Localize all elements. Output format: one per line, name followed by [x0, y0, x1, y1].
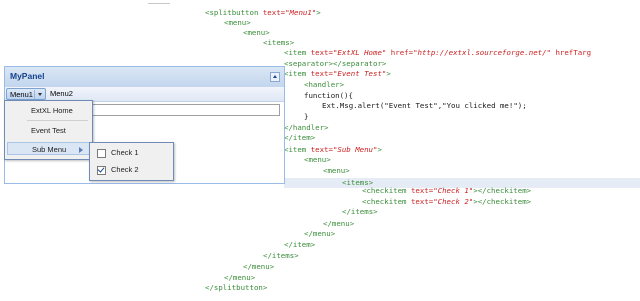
code-line: </handler> [284, 123, 329, 133]
code-line: </menu> [323, 219, 354, 229]
code-token: <item [284, 69, 311, 78]
code-token: > [316, 8, 321, 17]
code-token: <item [284, 145, 311, 154]
code-line: <menu> [323, 166, 350, 176]
code-line: } [304, 112, 308, 122]
code-token: </menu> [304, 229, 336, 238]
code-line: </item> [284, 133, 315, 143]
code-token: } [304, 112, 309, 121]
check-item-2[interactable]: Check 2 [92, 163, 171, 176]
code-token: </item> [284, 240, 316, 249]
menu-item-sub-menu[interactable]: Sub Menu [7, 142, 90, 155]
code-line: </items> [263, 251, 299, 261]
menu2-button[interactable]: Menu2 [47, 88, 81, 100]
code-token: </menu> [323, 219, 355, 228]
code-token: </items> [342, 207, 378, 216]
code-token: <menu> [304, 155, 331, 164]
checkbox-icon[interactable] [97, 149, 106, 158]
checkbox-checked-icon[interactable] [97, 166, 106, 175]
code-token: <separator></separator> [284, 59, 387, 68]
code-token: text= [410, 197, 434, 206]
check-item-label: Check 2 [111, 165, 139, 174]
menu-item-label: Event Test [31, 126, 66, 135]
code-token: <splitbutton [205, 8, 263, 17]
code-line: <menu> [224, 18, 251, 28]
code-token: "Event Test" [332, 69, 387, 78]
code-token: <checkitem [362, 197, 411, 206]
code-line: <items> [263, 38, 294, 48]
menu-item-label: Sub Menu [32, 145, 67, 154]
code-line: </item> [284, 240, 315, 250]
chevron-down-icon[interactable] [38, 93, 42, 96]
code-token: "Check 2" [433, 197, 474, 206]
code-token: function(){ [304, 91, 353, 100]
code-token: <item [284, 48, 311, 57]
code-token: <menu> [224, 18, 251, 27]
code-line: </menu> [243, 262, 274, 272]
code-line: <item text="ExtXL Home" href="http://ext… [284, 48, 591, 58]
check-item-label: Check 1 [111, 148, 139, 157]
panel-title: MyPanel [10, 71, 45, 81]
code-token: </menu> [224, 273, 256, 282]
code-token: href= [386, 48, 414, 57]
code-line: </splitbutton> [205, 283, 267, 293]
code-token: "http://extxl.sourceforge.net/" [413, 48, 551, 57]
code-token: > [377, 145, 382, 154]
menu1-label: Menu1 [10, 90, 33, 99]
menu-separator [27, 120, 88, 121]
code-line: <handler> [304, 80, 344, 90]
code-token: "ExtXL Home" [332, 48, 387, 57]
code-token: text= [310, 69, 333, 78]
code-token: text= [262, 8, 286, 17]
panel-header: MyPanel [5, 67, 284, 88]
menu-item-event-test[interactable]: Event Test [7, 124, 90, 137]
code-token: ></checkitem> [473, 197, 532, 206]
code-line: </menu> [304, 229, 335, 239]
menu-item-label: ExtXL Home [31, 106, 73, 115]
code-line: </menu> [224, 273, 255, 283]
chevron-right-icon [79, 147, 83, 153]
code-token: Ext.Msg.alert("Event Test","You clicked … [322, 101, 527, 110]
code-token: </splitbutton> [205, 283, 268, 292]
menu-item-extxl-home[interactable]: ExtXL Home [7, 104, 90, 117]
code-token: <menu> [243, 28, 270, 37]
code-line: <item text="Event Test"> [284, 69, 391, 79]
code-line: <menu> [304, 155, 331, 165]
code-line: <separator></separator> [284, 59, 386, 69]
code-token: text= [310, 145, 333, 154]
code-token: > [386, 69, 391, 78]
code-line: Ext.Msg.alert("Event Test","You clicked … [322, 101, 527, 111]
code-token: </items> [263, 251, 299, 260]
menu2-label: Menu2 [50, 89, 73, 98]
menu1-dropdown: ExtXL Home Event Test Sub Menu [4, 100, 93, 160]
collapse-icon[interactable] [270, 72, 280, 82]
code-line: <splitbutton text="Menu1"> [205, 8, 321, 18]
code-line: <checkitem text="Check 1"></checkitem> [362, 186, 531, 196]
code-token: <checkitem [362, 186, 411, 195]
menu1-split-button[interactable]: Menu1 [6, 88, 46, 100]
code-token: </handler> [284, 123, 329, 132]
code-token: "Check 1" [433, 186, 474, 195]
code-token: hrefTarg [551, 48, 592, 57]
code-token: </menu> [243, 262, 275, 271]
check-item-1[interactable]: Check 1 [92, 146, 171, 159]
code-token: text= [410, 186, 434, 195]
code-token: "Sub Menu" [332, 145, 378, 154]
code-line: function(){ [304, 91, 353, 101]
split-divider [34, 90, 35, 99]
code-line: <checkitem text="Check 2"></checkitem> [362, 197, 531, 207]
code-line: <menu> [243, 28, 270, 38]
code-token: </item> [284, 133, 316, 142]
code-token: ></checkitem> [473, 186, 532, 195]
code-fragment [148, 0, 170, 4]
code-line: </items> [342, 207, 378, 217]
code-token: text= [310, 48, 333, 57]
code-line: <item text="Sub Menu"> [284, 145, 382, 155]
code-token: <menu> [323, 166, 350, 175]
code-token: <items> [263, 38, 295, 47]
code-token: "Menu1" [285, 8, 317, 17]
code-token: <handler> [304, 80, 345, 89]
sub-menu-dropdown: Check 1 Check 2 [89, 142, 174, 181]
